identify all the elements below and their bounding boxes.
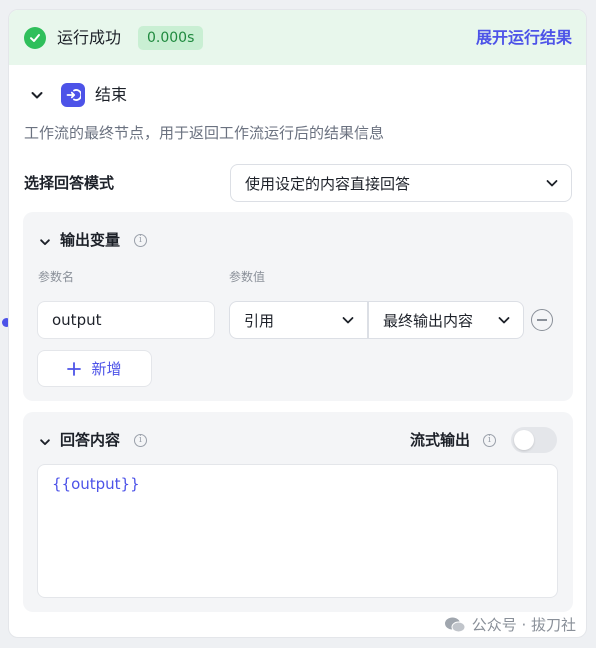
reference-type-value: 引用 xyxy=(244,311,275,330)
info-icon[interactable]: i xyxy=(483,434,496,447)
stream-output-toggle[interactable] xyxy=(511,427,557,453)
chevron-down-icon[interactable] xyxy=(37,234,53,250)
param-value-header: 参数值 xyxy=(229,270,266,284)
check-circle-icon xyxy=(24,27,46,49)
chevron-down-icon xyxy=(341,313,355,327)
info-icon[interactable]: i xyxy=(134,234,147,247)
stream-output-label: 流式输出 xyxy=(410,431,471,449)
add-variable-label: 新增 xyxy=(91,360,122,378)
answer-content-text: {{output}} xyxy=(52,475,140,493)
watermark-text: 公众号 · 拔刀社 xyxy=(471,616,576,634)
remove-variable-icon[interactable] xyxy=(531,309,553,331)
chevron-down-icon xyxy=(29,87,45,103)
chevron-down-icon xyxy=(545,176,559,190)
wechat-icon xyxy=(444,617,466,632)
watermark: 公众号 · 拔刀社 xyxy=(444,614,576,635)
output-variables-panel: 输出变量 i 参数名 参数值 output 引用 最终输出内容 新增 xyxy=(23,212,573,401)
add-variable-button[interactable]: 新增 xyxy=(37,350,152,387)
param-name-header: 参数名 xyxy=(38,270,75,284)
output-variables-title: 输出变量 xyxy=(60,231,121,249)
answer-content-editor[interactable]: {{output}} xyxy=(37,464,558,598)
reference-value-text: 最终输出内容 xyxy=(383,311,474,330)
info-icon[interactable]: i xyxy=(134,434,147,447)
param-name-value: output xyxy=(52,311,102,329)
param-name-input[interactable]: output xyxy=(37,301,215,339)
plus-icon xyxy=(67,361,82,376)
expand-results-link[interactable]: 展开运行结果 xyxy=(476,27,572,49)
end-node-icon xyxy=(61,83,85,107)
run-status-text: 运行成功 xyxy=(57,28,122,47)
reference-value-select[interactable]: 最终输出内容 xyxy=(368,301,524,339)
chevron-down-icon xyxy=(497,313,511,327)
node-description: 工作流的最终节点，用于返回工作流运行后的结果信息 xyxy=(24,124,385,142)
run-time-badge: 0.000s xyxy=(138,26,204,50)
answer-content-panel: 回答内容 i 流式输出 i {{output}} xyxy=(23,412,573,612)
answer-mode-value: 使用设定的内容直接回答 xyxy=(245,174,411,193)
reference-type-select[interactable]: 引用 xyxy=(229,301,368,339)
node-title: 结束 xyxy=(95,85,128,104)
answer-mode-select[interactable]: 使用设定的内容直接回答 xyxy=(230,164,572,202)
run-status-bar: 运行成功 0.000s 展开运行结果 xyxy=(9,10,586,65)
collapse-node-toggle[interactable] xyxy=(29,82,45,108)
end-node-card: 运行成功 0.000s 展开运行结果 结束 工作流的最终节点，用于返回工作流运行… xyxy=(8,9,587,638)
chevron-down-icon[interactable] xyxy=(37,434,53,450)
answer-mode-label: 选择回答模式 xyxy=(24,174,115,192)
answer-content-title: 回答内容 xyxy=(60,431,121,449)
